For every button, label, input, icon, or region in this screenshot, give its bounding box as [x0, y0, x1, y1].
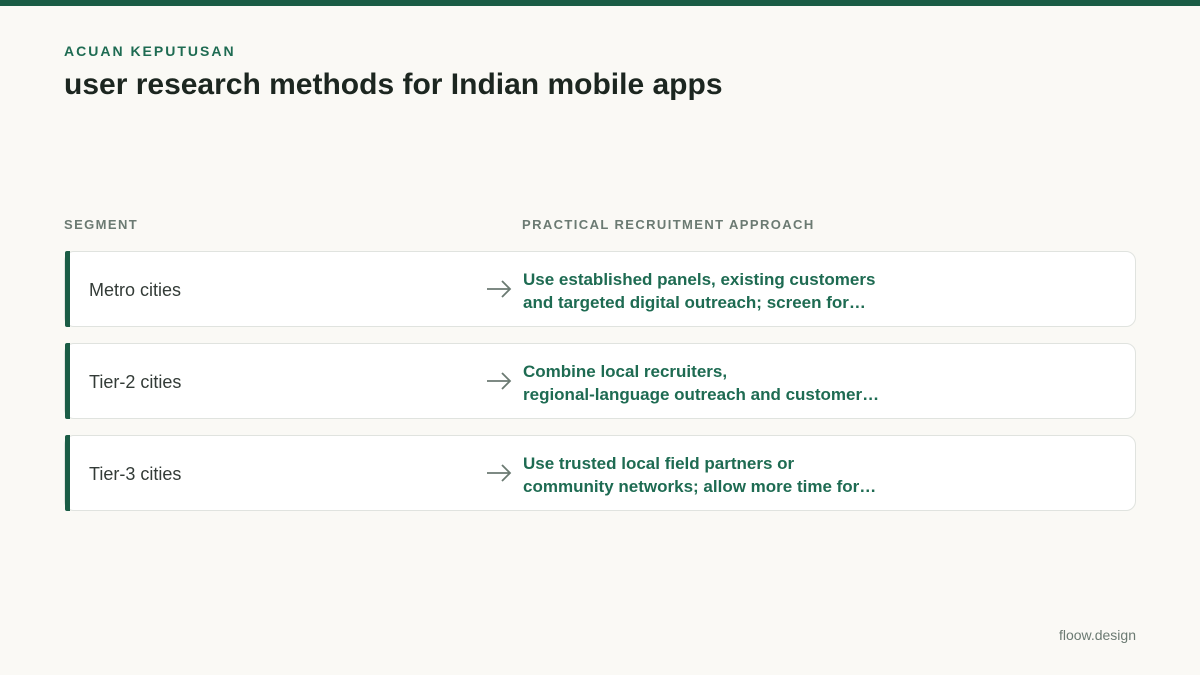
- approach-text: Combine local recruiters, regional-langu…: [523, 360, 943, 406]
- column-header-segment: SEGMENT: [64, 217, 139, 232]
- eyebrow-label: ACUAN KEPUTUSAN: [64, 43, 236, 59]
- table-row: Metro cities Use established panels, exi…: [64, 251, 1136, 327]
- segment-label: Metro cities: [89, 280, 182, 300]
- row-accent-bar: [65, 343, 70, 419]
- right-arrow-icon: [487, 464, 512, 482]
- footer-brand: floow.design: [1058, 627, 1136, 643]
- approach-text: Use trusted local field partners or comm…: [523, 452, 943, 498]
- row-accent-bar: [65, 251, 70, 327]
- table-row: Tier-2 cities Combine local recruiters, …: [64, 343, 1136, 419]
- segment-label: Tier-3 cities: [89, 464, 182, 484]
- column-header-approach: PRACTICAL RECRUITMENT APPROACH: [522, 217, 815, 232]
- approach-line: Use established panels, existing custome…: [523, 270, 876, 289]
- segment-label: Tier-2 cities: [89, 372, 182, 392]
- page-title: user research methods for Indian mobile …: [64, 68, 723, 101]
- approach-line: and targeted digital outreach; screen fo…: [523, 293, 866, 312]
- right-arrow-icon: [487, 280, 512, 298]
- approach-text: Use established panels, existing custome…: [523, 268, 943, 314]
- approach-line: Combine local recruiters,: [523, 362, 728, 381]
- table-row: Tier-3 cities Use trusted local field pa…: [64, 435, 1136, 511]
- approach-line: Use trusted local field partners or: [523, 454, 795, 473]
- right-arrow-icon: [487, 372, 512, 390]
- approach-line: regional-language outreach and customer…: [523, 385, 880, 404]
- row-accent-bar: [65, 435, 70, 511]
- approach-line: community networks; allow more time for…: [523, 477, 877, 496]
- top-accent-bar: [0, 0, 1200, 6]
- segment-table: Metro cities Use established panels, exi…: [64, 251, 1136, 527]
